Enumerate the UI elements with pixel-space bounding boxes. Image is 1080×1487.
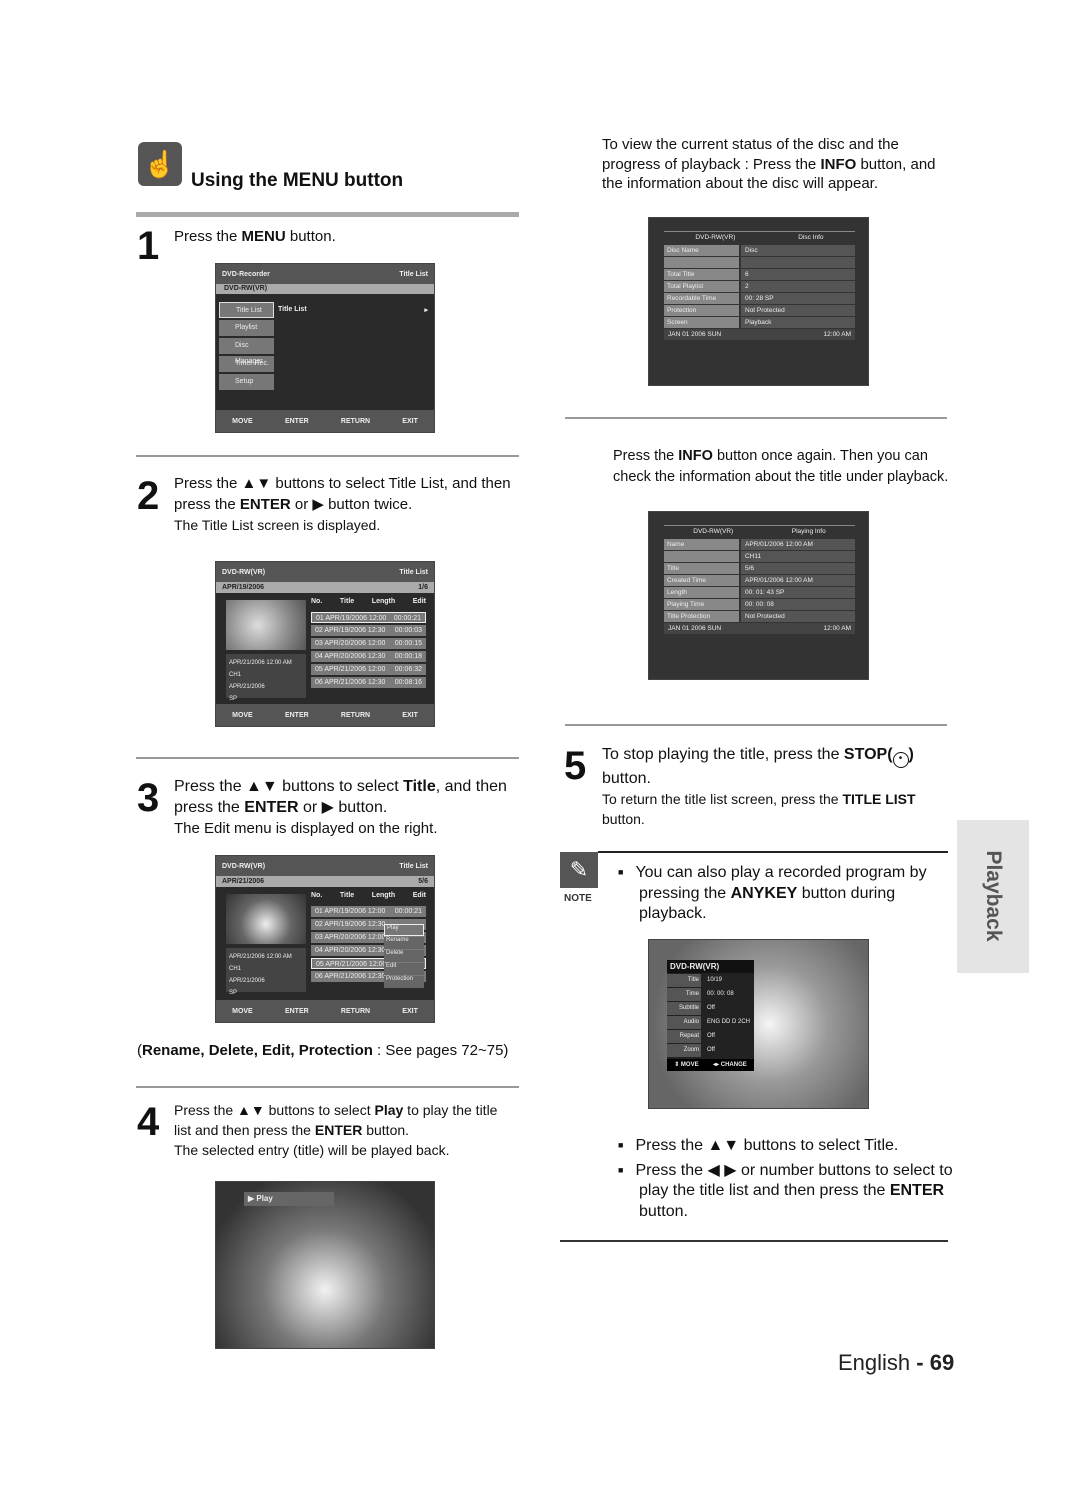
divider [560, 1240, 948, 1242]
menu-item: Setup [219, 374, 274, 390]
step-number: 2 [137, 474, 160, 518]
step-number: 5 [564, 744, 587, 788]
title-row: 03 APR/20/2006 12:00 00:00:15 [311, 638, 426, 649]
title-row: 06 APR/21/2006 12:30 00:08:16 [311, 677, 426, 688]
step-number: 3 [137, 776, 160, 820]
menu-item: Disc Manager [219, 338, 274, 365]
divider [565, 724, 947, 726]
step-4-text: Press the ▲▼ buttons to select Play to p… [174, 1102, 498, 1158]
title-row: 02 APR/19/2006 12:30 00:00:03 [311, 625, 426, 636]
edit-option: Delete [384, 950, 424, 962]
playback-screen: ▶ Play [215, 1181, 435, 1349]
bullet-list: ■ Press the ▲▼ buttons to select Title. ■… [618, 1137, 953, 1220]
section-icon: ☝ [138, 142, 182, 186]
info-again-text: Press the INFO button once again. Then y… [613, 448, 949, 485]
divider [136, 212, 519, 217]
section-title: Using the MENU button [191, 170, 404, 191]
menu-item: Playlist [219, 320, 274, 336]
stop-icon: • [892, 752, 909, 768]
divider [136, 455, 519, 457]
step-5-text: To stop playing the title, press the STO… [602, 746, 916, 827]
page-reference: (Rename, Delete, Edit, Protection : See … [137, 1042, 509, 1059]
step-3-text: Press the ▲▼ buttons to select Title, an… [174, 778, 507, 837]
divider [136, 757, 519, 759]
note-label: NOTE [564, 893, 592, 904]
title-row: 04 APR/20/2006 12:30 00:00:18 [311, 651, 426, 662]
disc-info-screen: DVD-RW(VR) Disc Info Disc Name Disc Total … [648, 217, 869, 386]
anykey-screen: DVD-RW(VR) Title 10/19 Time 00: 00: 08 Sub… [648, 939, 869, 1109]
title-row: 05 APR/21/2006 12:00 00:06:32 [311, 664, 426, 675]
note-pencil-icon: ✎ [560, 852, 598, 888]
title-row: 01 APR/19/2006 12:00 00:00:21 [311, 612, 426, 623]
step-number: 4 [137, 1100, 160, 1144]
menu-item: Timer Rec. [219, 356, 274, 372]
edit-option: Edit [384, 963, 424, 975]
edit-option: Protection [384, 976, 424, 988]
edit-option: Play [384, 924, 424, 936]
edit-menu-screen: DVD-RW(VR) Title List APR/21/2006 5/6 APR/… [215, 855, 435, 1023]
divider [598, 851, 948, 853]
step-number: 1 [137, 224, 160, 268]
playing-info-screen: DVD-RW(VR) Playing Info Name APR/01/2006 1… [648, 511, 869, 680]
title-list-screen: DVD-RW(VR) Title List APR/19/2006 1/6 APR/… [215, 561, 435, 727]
menu-screen: DVD-Recorder Title List DVD-RW(VR) Title … [215, 263, 435, 433]
bullet-item: ■ Press the ▲▼ buttons to select Title. [618, 1137, 899, 1154]
bullet-item: ■ Press the ◀ ▶ or number buttons to sele… [618, 1161, 953, 1179]
divider [565, 417, 947, 419]
step-2-text: Press the ▲▼ buttons to select Title Lis… [174, 475, 511, 533]
page-number: English - 69 [838, 1350, 955, 1375]
divider [136, 1086, 519, 1088]
section-tab-playback: Playback [957, 820, 1029, 973]
step-1-text: Press the MENU button. [174, 228, 336, 245]
note-text: ■ You can also play a recorded program by… [618, 864, 927, 922]
menu-item: Title List [219, 302, 274, 318]
info-intro: To view the current status of the disc a… [602, 136, 936, 192]
edit-option: Rename [384, 937, 424, 949]
